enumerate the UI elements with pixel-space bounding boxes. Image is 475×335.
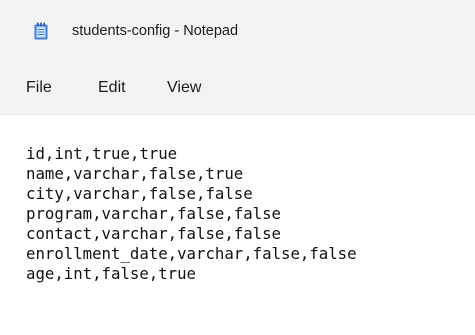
editor-line-1: id,int,true,true	[26, 144, 178, 163]
menu-view[interactable]: View	[167, 79, 201, 97]
title-bar[interactable]: students-config - Notepad	[0, 0, 475, 62]
editor-line-6: enrollment_date,varchar,false,false	[26, 244, 357, 263]
menu-bar: File Edit View	[0, 62, 475, 114]
window-title: students-config - Notepad	[72, 23, 239, 39]
notepad-icon	[34, 22, 48, 40]
editor-line-7: age,int,false,true	[26, 264, 197, 283]
editor-line-4: program,varchar,false,false	[26, 204, 282, 223]
editor-line-3: city,varchar,false,false	[26, 184, 253, 203]
menu-edit[interactable]: Edit	[98, 79, 126, 97]
menu-file[interactable]: File	[26, 79, 52, 97]
editor-line-2: name,varchar,false,true	[26, 164, 244, 183]
text-editor[interactable]: id,int,true,true name,varchar,false,true…	[0, 114, 475, 335]
editor-line-5: contact,varchar,false,false	[26, 224, 282, 243]
